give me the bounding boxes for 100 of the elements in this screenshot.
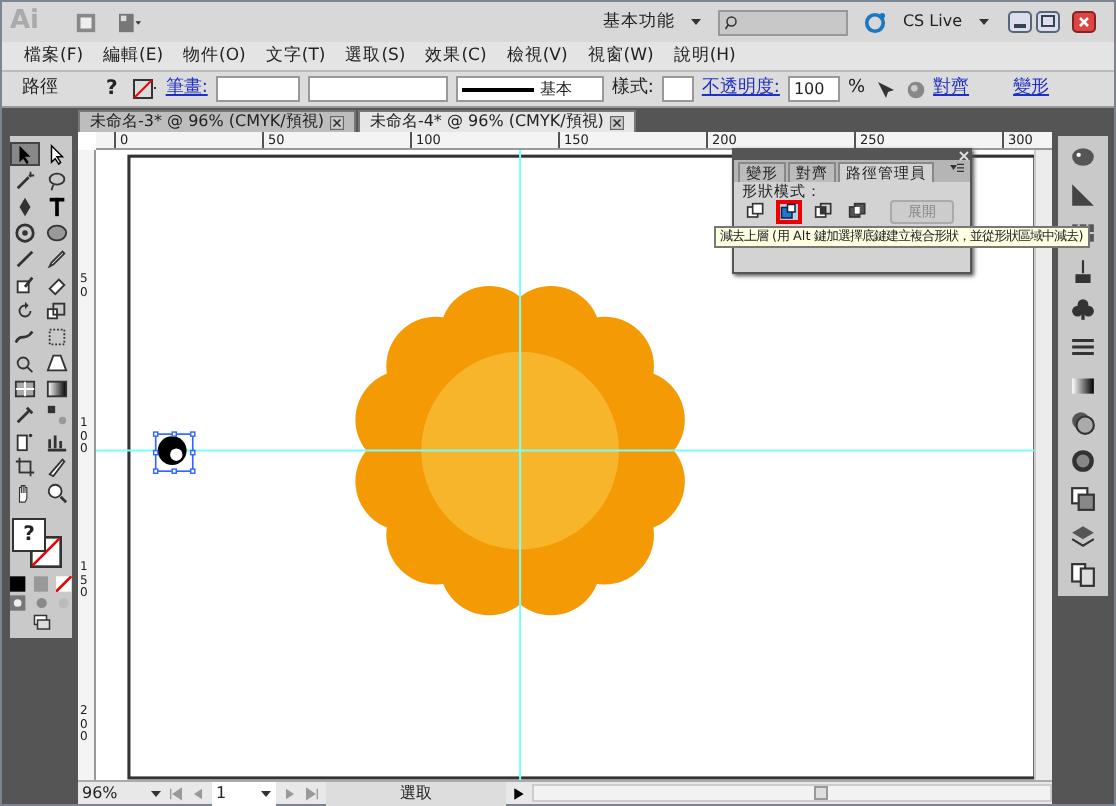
graphic-style-field[interactable] — [661, 76, 694, 102]
caret-icon — [260, 787, 272, 799]
transform-link[interactable]: 變形 — [1013, 75, 1050, 103]
palette-icon[interactable] — [1070, 144, 1096, 170]
tool-button[interactable] — [10, 376, 40, 400]
menu-item[interactable]: 文字(T) — [255, 43, 336, 69]
tool-button[interactable] — [10, 454, 40, 478]
cs-live-icon — [864, 11, 887, 33]
search-icon — [724, 13, 743, 31]
warp-icon — [14, 325, 36, 347]
eraser-icon — [46, 273, 68, 295]
arrow-icon — [14, 143, 36, 165]
brush-definition-field[interactable]: 基本 — [455, 76, 604, 102]
align-link[interactable]: 對齊 — [933, 75, 970, 103]
close-icon[interactable] — [329, 115, 344, 129]
page-number: 1 — [216, 781, 227, 805]
style-label: 樣式: — [611, 75, 654, 102]
gradient-icon — [46, 377, 68, 399]
tool-button[interactable] — [10, 220, 40, 244]
minimize-icon[interactable] — [1006, 10, 1034, 34]
fill-swatch[interactable]: ? — [102, 76, 122, 102]
workspace-dropdown[interactable]: 基本功能 — [602, 9, 675, 35]
tool-button[interactable] — [42, 350, 72, 374]
pen-icon — [14, 195, 36, 217]
shape-mode-button[interactable] — [844, 200, 870, 224]
none-icon[interactable] — [56, 576, 73, 592]
current-tool-menu[interactable]: 選取 — [326, 781, 506, 805]
scroll-thumb[interactable] — [814, 786, 828, 800]
zoom-dropdown[interactable]: 96% — [82, 781, 162, 805]
opacity-field[interactable]: 100 — [787, 76, 840, 102]
free-transform-icon — [46, 325, 68, 347]
object-type-label: 路徑 — [20, 75, 60, 102]
tool-button[interactable] — [42, 402, 72, 426]
shape-mode-button[interactable] — [810, 200, 836, 224]
fill-swatch[interactable]: ? — [12, 518, 46, 552]
blob-brush-icon — [14, 273, 36, 295]
cs-live-menu[interactable]: CS Live — [902, 10, 962, 34]
tool-button[interactable] — [42, 480, 72, 504]
variable-width-field[interactable] — [307, 76, 448, 102]
exclude-icon — [847, 202, 867, 222]
layers-icon[interactable] — [1070, 524, 1096, 550]
menu-item[interactable]: 檔案(F) — [14, 43, 94, 69]
artboard-icon — [14, 455, 36, 477]
stroke-lines-icon[interactable] — [1070, 334, 1096, 360]
menu-item[interactable]: 編輯(E) — [93, 43, 174, 69]
stroke-line-preview — [461, 87, 534, 91]
page-dropdown[interactable]: 1 — [212, 781, 276, 805]
guide-line[interactable] — [96, 449, 1034, 452]
play-icon[interactable] — [512, 785, 526, 801]
arrow-icon — [46, 143, 68, 165]
zoom-value: 96% — [82, 781, 118, 805]
minus-front-icon — [780, 202, 798, 222]
brush-name: 基本 — [539, 77, 572, 101]
document-tab[interactable]: 未命名-3* @ 96% (CMYK/預視) — [78, 110, 356, 132]
tool-button[interactable] — [42, 376, 72, 400]
stroke-link[interactable]: 筆畫: — [165, 75, 208, 103]
tool-button[interactable] — [10, 142, 40, 166]
menu-item[interactable]: 視窗(W) — [577, 43, 664, 69]
club-icon[interactable] — [1070, 296, 1096, 322]
stroke-swatch-icon[interactable] — [129, 77, 158, 101]
percent-label: % — [847, 75, 866, 102]
selected-object-drawing[interactable] — [152, 431, 196, 474]
eyedropper-icon — [14, 403, 36, 425]
opacity-link[interactable]: 不透明度: — [701, 75, 780, 103]
color-icon[interactable] — [10, 576, 26, 592]
mesh-icon — [14, 377, 36, 399]
panel-menu-icon[interactable] — [948, 162, 966, 176]
caret-icon — [150, 787, 162, 799]
stroke-weight-field[interactable] — [215, 76, 300, 102]
rotate-icon — [14, 299, 36, 321]
menu-item[interactable]: 效果(C) — [415, 43, 497, 69]
maximize-icon[interactable] — [1034, 10, 1062, 34]
wand-icon — [14, 169, 36, 191]
layout-icon[interactable] — [114, 11, 146, 33]
shape-mode-button[interactable] — [742, 200, 768, 224]
gradient-triangle-icon[interactable] — [1070, 182, 1096, 208]
scale-icon — [46, 299, 68, 321]
shape-mode-button[interactable] — [776, 200, 802, 224]
tab-title: 未命名-3* @ 96% (CMYK/預視) — [90, 110, 324, 134]
close-icon[interactable] — [609, 115, 624, 129]
brush-icon[interactable] — [1070, 258, 1096, 284]
lasso-icon — [46, 169, 68, 191]
pencil-icon — [46, 247, 68, 269]
caret-icon[interactable] — [978, 16, 990, 28]
menu-item[interactable]: 選取(S) — [335, 43, 416, 69]
caret-icon[interactable] — [690, 16, 703, 28]
type-icon — [46, 195, 68, 217]
menu-item[interactable]: 物件(O) — [173, 43, 256, 69]
artboards-icon[interactable] — [1070, 562, 1096, 588]
tool-button[interactable] — [42, 220, 72, 244]
ellipse-icon — [46, 221, 68, 243]
tool-button[interactable] — [42, 246, 72, 270]
tab-title: 未命名-4* @ 96% (CMYK/預視) — [369, 110, 604, 134]
menu-item[interactable]: 檢視(V) — [496, 43, 578, 69]
graphic-styles-icon[interactable] — [1070, 486, 1096, 512]
search-field[interactable] — [718, 9, 849, 35]
zoom-icon — [46, 481, 68, 503]
horizontal-scrollbar[interactable] — [532, 784, 1052, 802]
document-tab[interactable]: 未命名-4* @ 96% (CMYK/預視) — [357, 110, 636, 132]
menu-item[interactable]: 說明(H) — [663, 43, 746, 69]
